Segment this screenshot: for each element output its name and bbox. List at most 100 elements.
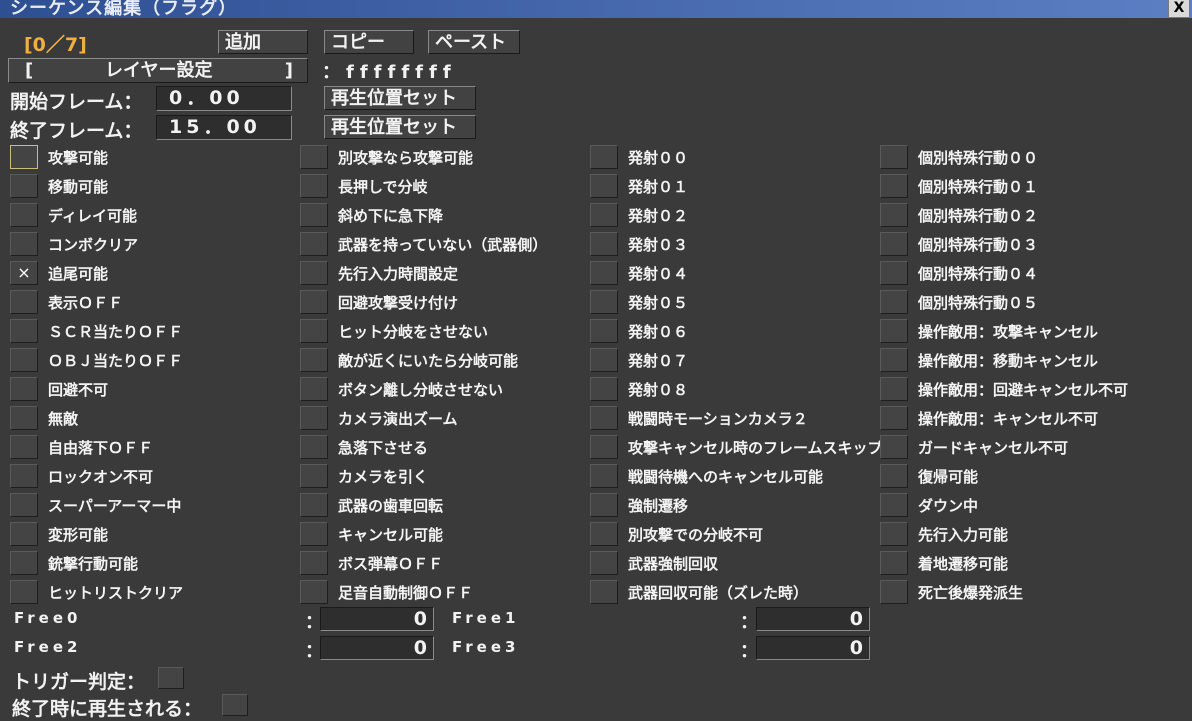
flag-label: 個別特殊行動００ — [918, 149, 1039, 167]
flag-checkbox[interactable] — [880, 174, 908, 198]
flag-checkbox[interactable] — [300, 261, 328, 285]
layer-settings-button[interactable]: [ レイヤー設定 ] — [8, 58, 308, 83]
add-button[interactable]: 追加 — [218, 30, 308, 54]
flag-checkbox[interactable] — [880, 551, 908, 575]
flag-checkbox[interactable] — [300, 580, 328, 604]
flag-checkbox[interactable] — [880, 406, 908, 430]
flag-checkbox[interactable] — [300, 435, 328, 459]
end-frame-field[interactable]: 15．00 — [156, 115, 292, 140]
flag-checkbox[interactable] — [880, 232, 908, 256]
end-frame-label: 終了フレーム： — [10, 120, 143, 142]
flag-checkbox[interactable] — [300, 174, 328, 198]
trigger-checkbox[interactable] — [158, 667, 184, 689]
flag-checkbox[interactable] — [880, 319, 908, 343]
free2-field[interactable]: 0 — [320, 636, 434, 660]
flag-checkbox[interactable] — [10, 145, 38, 169]
flag-checkbox[interactable] — [10, 551, 38, 575]
flag-checkbox[interactable] — [590, 261, 618, 285]
flag-checkbox[interactable] — [880, 145, 908, 169]
flag-checkbox[interactable] — [590, 522, 618, 546]
flag-checkbox[interactable] — [10, 493, 38, 517]
flag-checkbox[interactable] — [590, 377, 618, 401]
free0-label: Free0 — [14, 609, 82, 627]
flag-label: 発射０５ — [628, 294, 689, 312]
flag-checkbox[interactable] — [880, 580, 908, 604]
flag-checkbox[interactable]: × — [10, 261, 38, 285]
start-frame-field[interactable]: 0．00 — [156, 86, 292, 111]
flag-checkbox[interactable] — [300, 319, 328, 343]
flag-label: 無敵 — [48, 410, 79, 428]
end-frame-set-button[interactable]: 再生位置セット — [324, 115, 476, 139]
free3-label: Free3 — [452, 638, 520, 656]
flag-checkbox[interactable] — [10, 377, 38, 401]
flag-label: 敵が近くにいたら分岐可能 — [338, 352, 519, 370]
flag-checkbox[interactable] — [10, 290, 38, 314]
flag-label: 長押しで分岐 — [338, 178, 428, 196]
flag-checkbox[interactable] — [590, 464, 618, 488]
flag-label: 操作敵用：キャンセル不可 — [918, 410, 1099, 428]
flag-label: 発射０３ — [628, 236, 689, 254]
paste-button[interactable]: ペースト — [428, 30, 520, 54]
flag-checkbox[interactable] — [880, 290, 908, 314]
flag-checkbox[interactable] — [880, 464, 908, 488]
free0-field[interactable]: 0 — [320, 607, 434, 631]
flag-checkbox[interactable] — [590, 145, 618, 169]
flag-checkbox[interactable] — [300, 406, 328, 430]
flag-checkbox[interactable] — [300, 464, 328, 488]
flag-checkbox[interactable] — [880, 348, 908, 372]
start-frame-set-button[interactable]: 再生位置セット — [324, 86, 476, 110]
flag-checkbox[interactable] — [590, 203, 618, 227]
flag-label: 自由落下ＯＦＦ — [48, 439, 154, 457]
flag-checkbox[interactable] — [590, 174, 618, 198]
close-button[interactable]: X — [1168, 0, 1190, 18]
flag-checkbox[interactable] — [880, 261, 908, 285]
flag-checkbox[interactable] — [590, 348, 618, 372]
flag-checkbox[interactable] — [300, 348, 328, 372]
flag-checkbox[interactable] — [880, 203, 908, 227]
flag-label: 移動可能 — [48, 178, 109, 196]
flag-checkbox[interactable] — [590, 406, 618, 430]
flag-checkbox[interactable] — [590, 435, 618, 459]
flag-checkbox[interactable] — [590, 290, 618, 314]
flag-label: 別攻撃での分岐不可 — [628, 526, 764, 544]
flag-checkbox[interactable] — [590, 232, 618, 256]
flag-checkbox[interactable] — [880, 493, 908, 517]
flag-checkbox[interactable] — [300, 290, 328, 314]
flag-checkbox[interactable] — [10, 522, 38, 546]
flag-checkbox[interactable] — [880, 522, 908, 546]
flag-checkbox[interactable] — [300, 493, 328, 517]
flag-label: 武器を持っていない（武器側） — [338, 236, 548, 254]
flag-checkbox[interactable] — [10, 174, 38, 198]
flag-checkbox[interactable] — [590, 319, 618, 343]
flag-checkbox[interactable] — [10, 464, 38, 488]
flag-checkbox[interactable] — [590, 493, 618, 517]
flag-checkbox[interactable] — [300, 377, 328, 401]
flag-checkbox[interactable] — [10, 232, 38, 256]
flag-label: 戦闘待機へのキャンセル可能 — [628, 468, 824, 486]
flag-checkbox[interactable] — [880, 435, 908, 459]
flag-checkbox[interactable] — [10, 435, 38, 459]
free1-field[interactable]: 0 — [756, 607, 870, 631]
flag-checkbox[interactable] — [300, 203, 328, 227]
flag-checkbox[interactable] — [300, 145, 328, 169]
flag-checkbox[interactable] — [590, 580, 618, 604]
free3-field[interactable]: 0 — [756, 636, 870, 660]
flag-checkbox[interactable] — [10, 203, 38, 227]
flag-label: 足音自動制御ＯＦＦ — [338, 584, 474, 602]
flag-checkbox[interactable] — [300, 232, 328, 256]
flag-checkbox[interactable] — [590, 551, 618, 575]
flag-label: 発射０１ — [628, 178, 689, 196]
flag-checkbox[interactable] — [300, 522, 328, 546]
flag-checkbox[interactable] — [10, 319, 38, 343]
flag-checkbox[interactable] — [300, 551, 328, 575]
flag-label: コンボクリア — [48, 236, 139, 254]
copy-button[interactable]: コピー — [324, 30, 414, 54]
flag-checkbox[interactable] — [880, 377, 908, 401]
flag-label: 追尾可能 — [48, 265, 109, 283]
end-play-label: 終了時に再生される： — [12, 698, 203, 720]
flag-checkbox[interactable] — [10, 580, 38, 604]
flag-checkbox[interactable] — [10, 406, 38, 430]
flag-checkbox[interactable] — [10, 348, 38, 372]
flag-label: 着地遷移可能 — [918, 555, 1009, 573]
end-play-checkbox[interactable] — [222, 694, 248, 716]
